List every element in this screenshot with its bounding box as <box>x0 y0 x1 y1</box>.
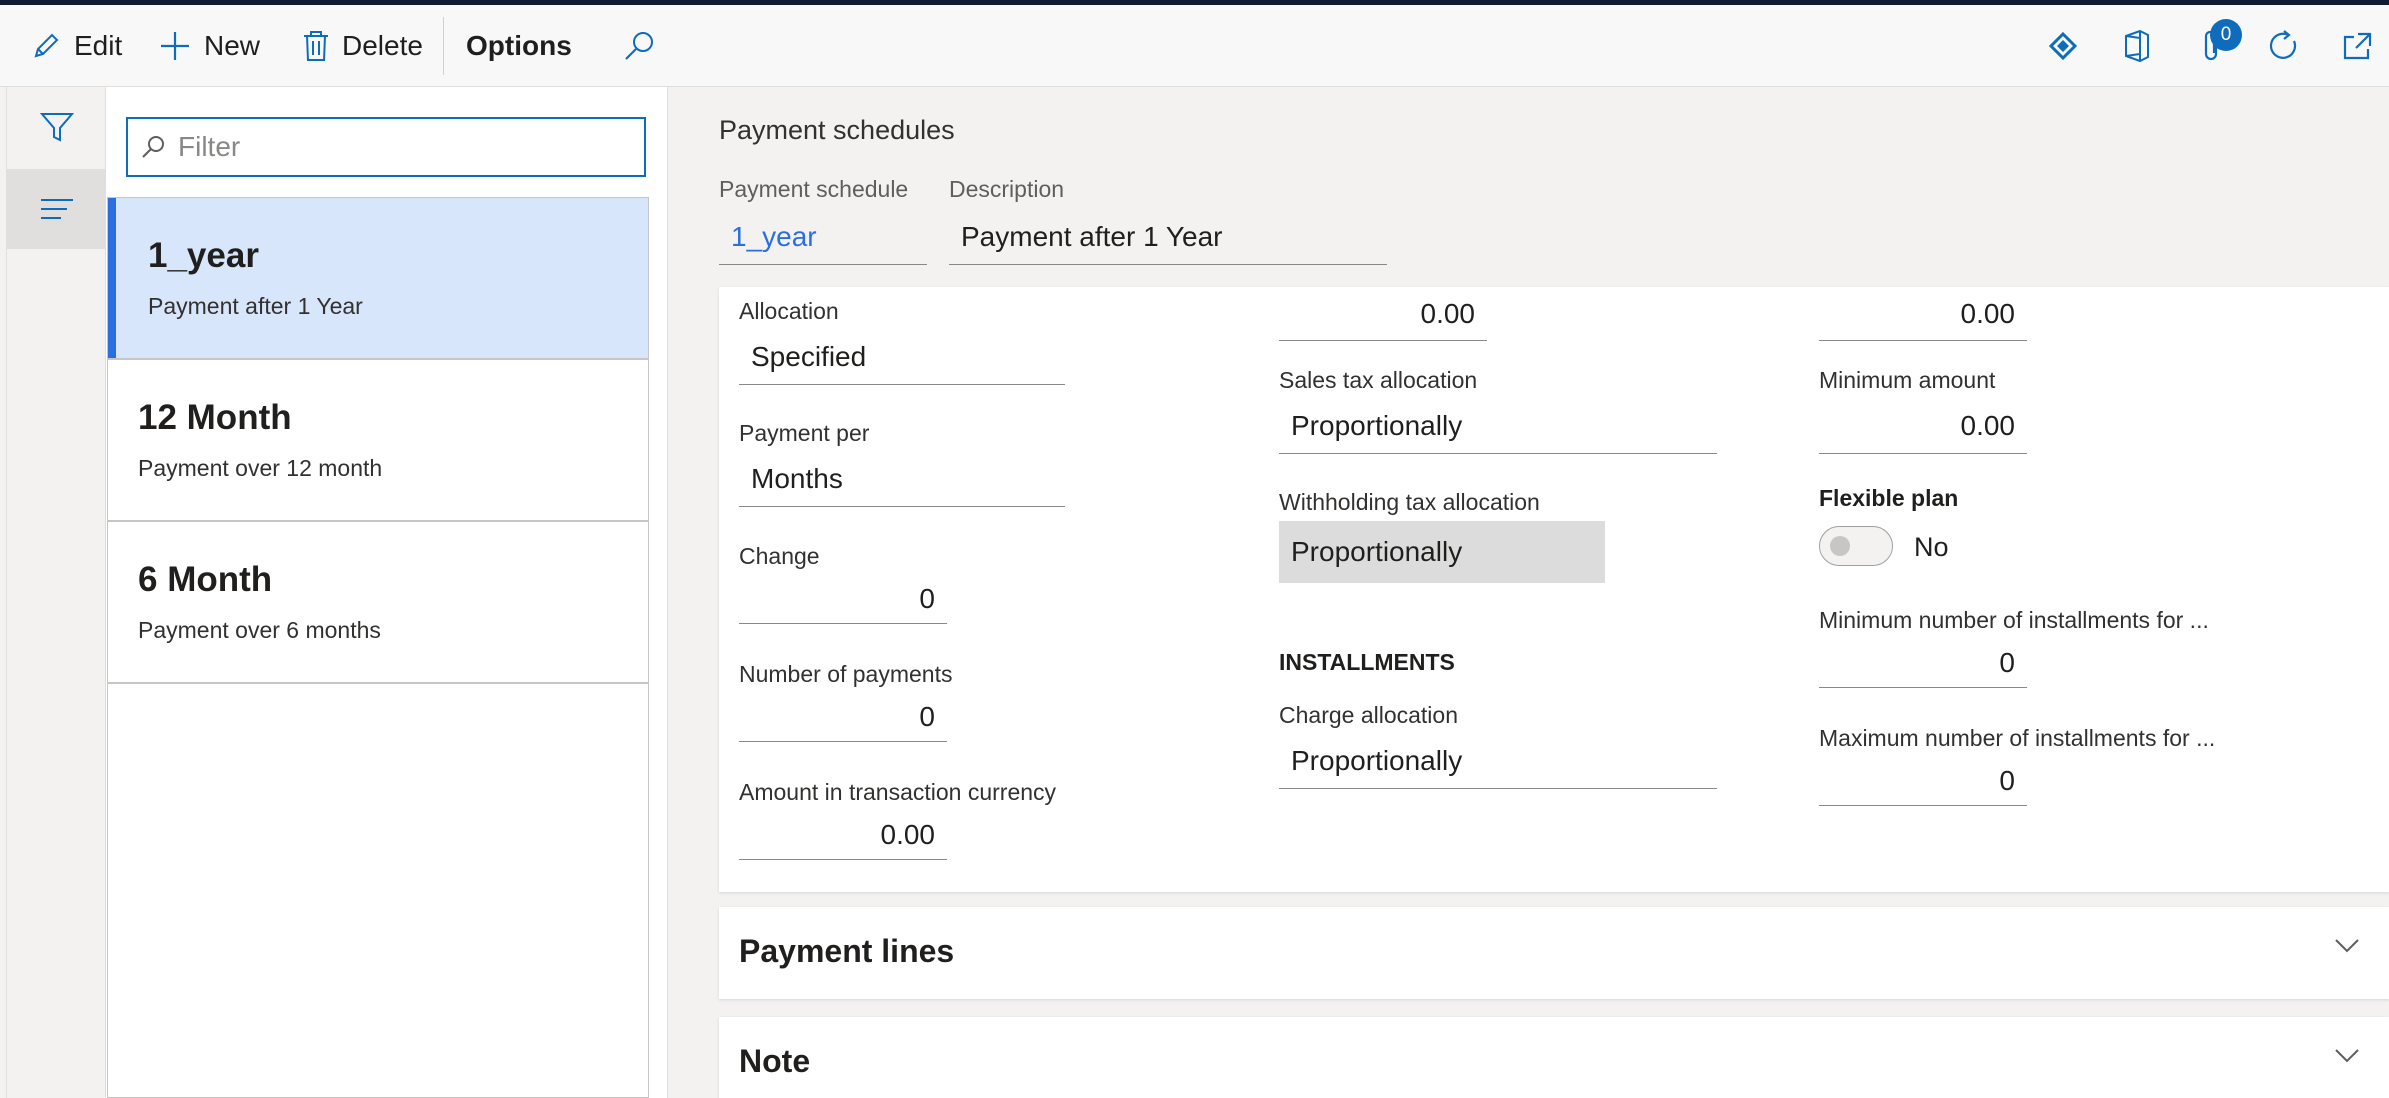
list-item[interactable]: 6 Month Payment over 6 months <box>108 522 648 684</box>
delete-label: Delete <box>342 30 423 61</box>
delete-button[interactable]: Delete <box>302 5 423 87</box>
refresh-icon <box>2269 30 2297 59</box>
amount-field[interactable]: 0.00 <box>739 810 947 860</box>
max-installments-label: Maximum number of installments for ... <box>1819 725 2216 751</box>
flexible-plan-label: Flexible plan <box>1819 485 1959 511</box>
attachments-count-badge: 0 <box>2210 19 2242 51</box>
amount-label: Amount in transaction currency <box>739 779 1057 805</box>
filter-box <box>126 117 646 177</box>
max-installments-field[interactable]: 0 <box>1819 756 2027 806</box>
payment-per-label: Payment per <box>739 420 870 446</box>
payment-lines-fasttab[interactable]: Payment lines <box>719 907 2389 999</box>
sales-tax-allocation-select[interactable]: Proportionally <box>1279 398 1717 454</box>
office-icon <box>2125 29 2149 63</box>
flexible-plan-value: No <box>1914 532 1949 562</box>
search-icon <box>625 32 653 60</box>
refresh-button[interactable] <box>2265 27 2303 65</box>
change-field[interactable]: 0 <box>739 574 947 624</box>
description-field[interactable]: Payment after 1 Year <box>949 209 1387 265</box>
schedule-list: 1_year Payment after 1 Year 12 Month Pay… <box>107 197 649 1098</box>
list-pane-button[interactable] <box>7 169 107 249</box>
filter-input[interactable] <box>178 131 618 163</box>
new-label: New <box>204 30 261 61</box>
toolbar-divider <box>443 17 444 75</box>
minimum-amount-field[interactable]: 0.00 <box>1819 398 2027 454</box>
number-of-payments-field[interactable]: 0 <box>739 692 947 742</box>
flexible-plan-toggle[interactable] <box>1819 526 1893 566</box>
filter-pane-button[interactable] <box>7 87 107 167</box>
edit-label: Edit <box>74 30 123 61</box>
installments-heading: INSTALLMENTS <box>1279 649 1455 675</box>
trash-icon <box>304 31 328 61</box>
allocation-select[interactable]: Specified <box>739 329 1065 385</box>
chevron-down-icon <box>2335 939 2359 953</box>
list-item[interactable]: 1_year Payment after 1 Year <box>108 198 648 360</box>
popout-icon <box>2343 32 2372 60</box>
sales-tax-allocation-label: Sales tax allocation <box>1279 367 1478 393</box>
options-button[interactable]: Options <box>466 5 572 87</box>
list-item-subtitle: Payment over 12 month <box>138 455 383 481</box>
list-item-title: 1_year <box>148 236 259 275</box>
open-new-window-button[interactable] <box>2338 27 2376 65</box>
charge-allocation-select[interactable]: Proportionally <box>1279 733 1717 789</box>
power-apps-button[interactable] <box>2044 27 2082 65</box>
withholding-tax-allocation-label: Withholding tax allocation <box>1279 489 1540 515</box>
list-item-subtitle: Payment after 1 Year <box>148 293 363 319</box>
list-item[interactable]: 12 Month Payment over 12 month <box>108 360 648 522</box>
description-label: Description <box>949 176 1065 202</box>
chevron-down-icon <box>2335 1049 2359 1063</box>
office-button[interactable] <box>2118 27 2156 65</box>
payment-schedule-field[interactable]: 1_year <box>719 209 927 265</box>
action-pane: Edit New Delete Options 0 <box>0 5 2389 87</box>
top-amount-field[interactable]: 0.00 <box>1819 287 2027 341</box>
list-lines-icon <box>41 199 73 219</box>
number-of-payments-label: Number of payments <box>739 661 953 687</box>
payment-per-select[interactable]: Months <box>739 451 1065 507</box>
search-button[interactable] <box>620 27 658 65</box>
payment-lines-title: Payment lines <box>739 933 955 969</box>
diamond-grid-icon <box>2048 31 2078 61</box>
toggle-knob <box>1830 536 1850 556</box>
percent-field[interactable]: 0.00 <box>1279 287 1487 341</box>
edit-button[interactable]: Edit <box>30 5 122 87</box>
list-pane: 1_year Payment after 1 Year 12 Month Pay… <box>106 87 668 1098</box>
search-icon <box>142 136 164 158</box>
general-panel: Allocation Specified Payment per Months … <box>719 287 2389 892</box>
min-installments-label: Minimum number of installments for ... <box>1819 607 2209 633</box>
note-fasttab[interactable]: Note <box>719 1017 2389 1098</box>
pencil-icon <box>34 33 59 58</box>
change-label: Change <box>739 543 820 569</box>
minimum-amount-label: Minimum amount <box>1819 367 1996 393</box>
list-item-title: 6 Month <box>138 560 273 599</box>
new-button[interactable]: New <box>158 5 260 87</box>
note-title: Note <box>739 1043 811 1079</box>
charge-allocation-label: Charge allocation <box>1279 702 1459 728</box>
left-rail <box>6 87 107 1098</box>
withholding-tax-allocation-field: Proportionally <box>1279 521 1605 583</box>
details-pane: Payment schedules Payment schedule 1_yea… <box>669 87 2389 1098</box>
allocation-label: Allocation <box>739 298 839 324</box>
list-item-subtitle: Payment over 6 months <box>138 617 381 643</box>
plus-icon <box>161 32 189 60</box>
payment-schedule-label: Payment schedule <box>719 176 909 202</box>
list-item-title: 12 Month <box>138 398 292 437</box>
options-label: Options <box>466 30 572 61</box>
funnel-icon <box>39 113 75 142</box>
min-installments-field[interactable]: 0 <box>1819 638 2027 688</box>
page-title: Payment schedules <box>719 115 955 145</box>
